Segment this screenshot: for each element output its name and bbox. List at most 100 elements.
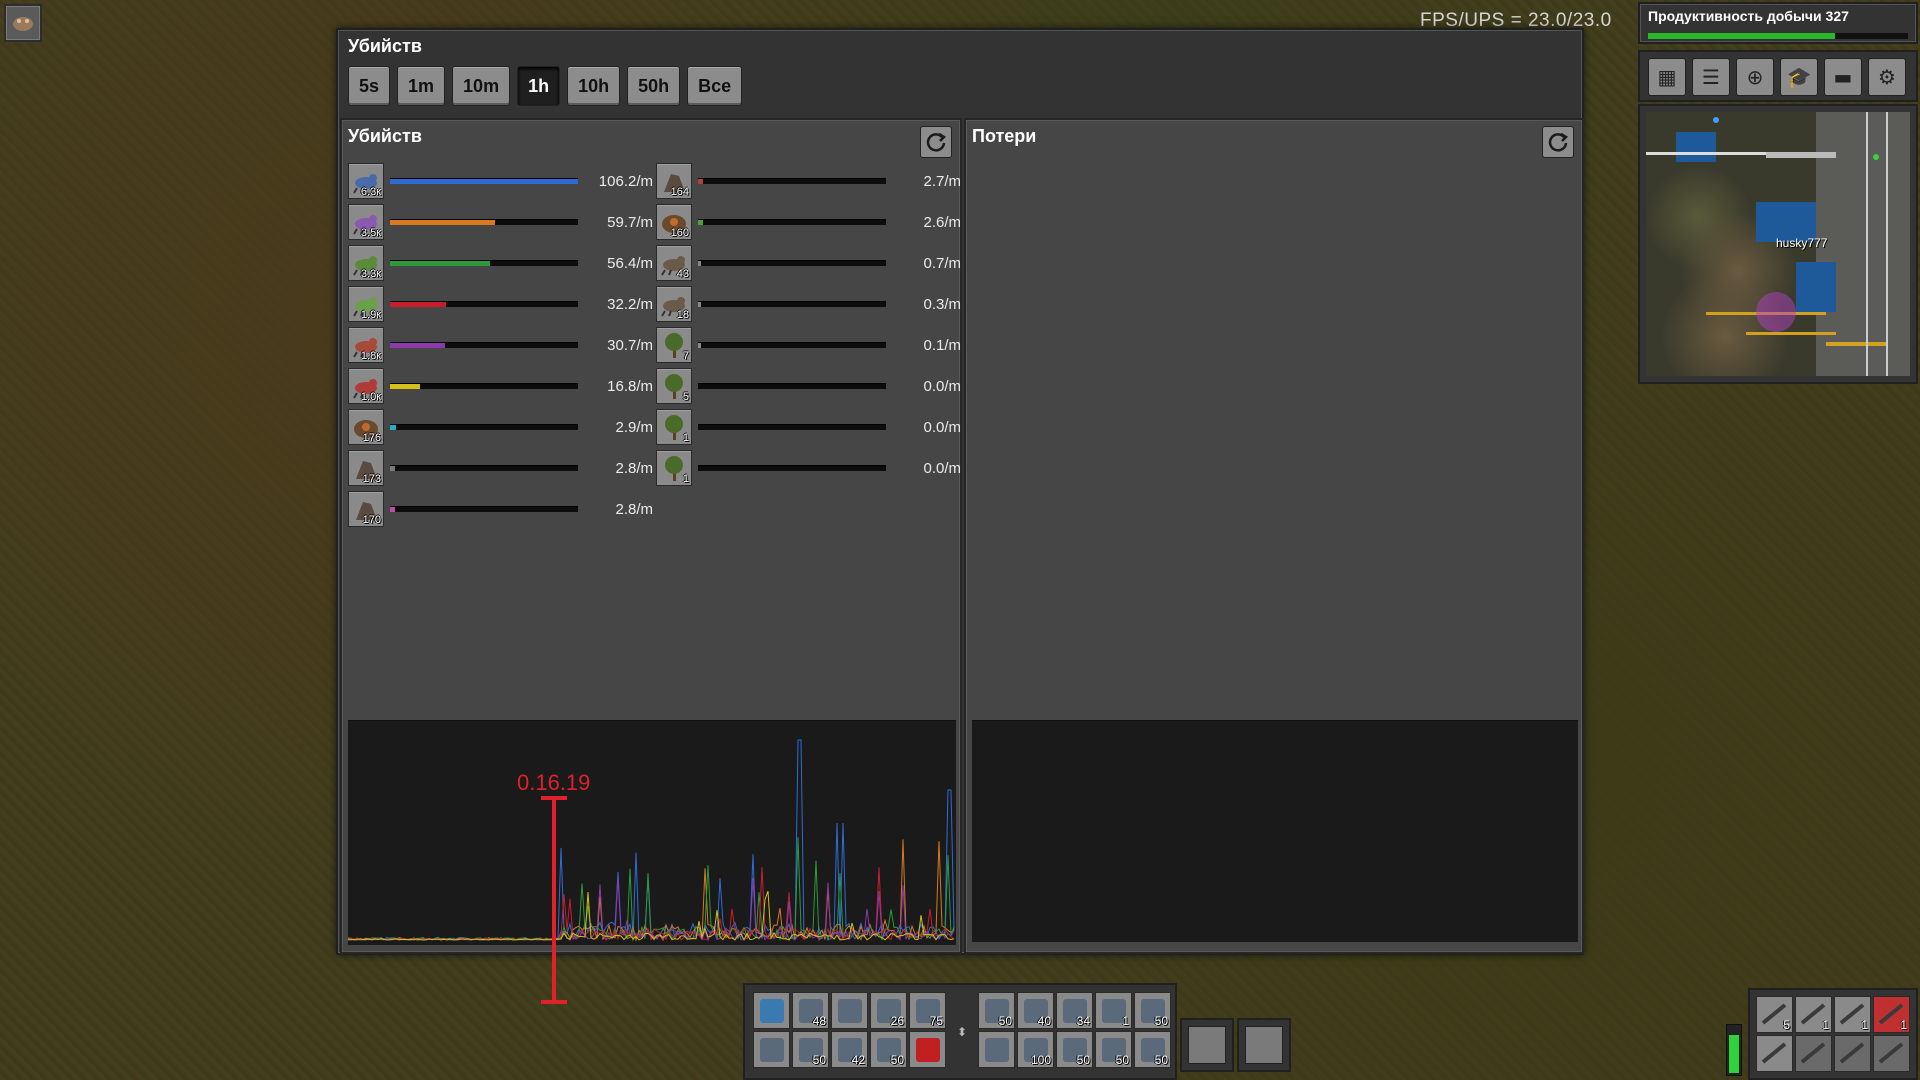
ammo-slot-icon[interactable] [1795, 1035, 1832, 1072]
kill-stat-row: 173 2.8/m [348, 450, 653, 486]
mining-productivity-label: Продуктивность добычи 327 [1648, 8, 1849, 24]
item-count: 1 [1822, 1018, 1829, 1032]
belt-icon[interactable] [753, 1031, 790, 1068]
minimap[interactable]: husky777 [1638, 104, 1918, 384]
assembler-icon[interactable]: 26 [870, 992, 907, 1029]
tab-5s[interactable]: 5s [348, 66, 391, 106]
kill-rate-value: 0.0/m [923, 459, 961, 477]
repair-pack-icon[interactable]: 75 [909, 992, 946, 1029]
rock-icon[interactable]: 170 [348, 491, 384, 527]
chest-icon[interactable]: 50 [978, 992, 1015, 1029]
item-count: 50 [812, 1053, 826, 1067]
research-button[interactable]: 🎓 [1780, 58, 1818, 96]
purple-chest-icon[interactable]: 34 [1056, 992, 1093, 1029]
achievements-button[interactable]: ⚙ [1868, 58, 1906, 96]
wall-icon[interactable] [909, 1031, 946, 1068]
item-count: 100 [1030, 1053, 1051, 1067]
kill-count: 1.8к [360, 350, 381, 362]
tab-10m[interactable]: 10m [452, 66, 511, 106]
red-chest-icon[interactable]: 40 [1017, 992, 1054, 1029]
big-biter-icon[interactable]: 1.8к [348, 327, 384, 363]
kill-rate-value: 30.7/m [607, 336, 653, 354]
lamp-icon[interactable] [831, 992, 868, 1029]
kill-rate-value: 0.0/m [923, 377, 961, 395]
accumulator-icon[interactable]: 50 [1134, 1031, 1171, 1068]
biter-spawner-icon[interactable]: 176 [348, 409, 384, 445]
kill-rate-value: 0.7/m [923, 254, 961, 272]
ammo-slot-icon[interactable] [1873, 1035, 1910, 1072]
kill-rate-bar [698, 178, 886, 184]
big-spitter-icon[interactable]: 1.0к [348, 368, 384, 404]
kill-rate-bar [698, 424, 886, 430]
dry-tree-icon[interactable]: 1 [656, 409, 692, 445]
kill-stat-row: 160 2.6/m [656, 204, 961, 240]
kill-stat-row: 1 0.0/m [656, 409, 961, 445]
dead-tree-icon[interactable]: 5 [656, 368, 692, 404]
kill-rate-bar [390, 342, 578, 348]
huge-rock-icon[interactable]: 164 [656, 163, 692, 199]
tree-icon[interactable]: 7 [656, 327, 692, 363]
kill-rate-bar [698, 301, 886, 307]
kill-stat-row: 1.8к 30.7/m [348, 327, 653, 363]
armor-icon[interactable] [1756, 1035, 1793, 1072]
train-button[interactable]: ▬ [1824, 58, 1862, 96]
small-spitter-icon[interactable]: 3.3к [348, 245, 384, 281]
tool-slot[interactable] [1237, 1018, 1291, 1072]
rock-icon[interactable]: 173 [348, 450, 384, 486]
item-count: 50 [1154, 1053, 1168, 1067]
rail-icon[interactable]: 50 [1134, 992, 1171, 1029]
window-title: Убийств [348, 36, 422, 56]
small-biter-icon[interactable]: 6.3к [348, 163, 384, 199]
small-worm-icon[interactable]: 18 [656, 286, 692, 322]
spitter-spawner-icon[interactable]: 160 [656, 204, 692, 240]
item-count: 1 [1122, 1014, 1129, 1028]
item-count: 50 [1154, 1014, 1168, 1028]
roboport-icon[interactable]: 42 [831, 1031, 868, 1068]
shotgun-icon[interactable]: 1 [1795, 996, 1832, 1033]
flamethrower-icon[interactable]: 1 [1873, 996, 1910, 1033]
tab-10h[interactable]: 10h [567, 66, 621, 106]
rocket-launcher-icon[interactable]: 1 [1834, 996, 1871, 1033]
kill-stat-row: 1 0.0/m [656, 450, 961, 486]
kill-statistics-window: Убийств 5s 1m 10m 1h 10h 50h Все Убийств 6.3к 1… [336, 28, 1584, 955]
gun-icon[interactable]: 5 [1756, 996, 1793, 1033]
kill-stat-row: 6.3к 106.2/m [348, 163, 653, 199]
refresh-icon [926, 132, 947, 152]
tab-50h[interactable]: 50h [627, 66, 681, 106]
robot-icon[interactable]: 1 [1095, 992, 1132, 1029]
kill-count: 7 [682, 350, 689, 362]
refresh-icon [1548, 132, 1569, 152]
bonus-button[interactable]: ⊕ [1736, 58, 1774, 96]
production-stats-button[interactable]: ☰ [1692, 58, 1730, 96]
inserter-icon[interactable]: 48 [792, 992, 829, 1029]
player-name-label: husky777 [1776, 236, 1828, 250]
train-icon: ▬ [1833, 65, 1853, 89]
radar-icon[interactable] [978, 1031, 1015, 1068]
turret-icon[interactable]: 50 [870, 1031, 907, 1068]
pump-icon[interactable]: 50 [792, 1031, 829, 1068]
tab-все[interactable]: Все [687, 66, 743, 106]
blueprint-icon[interactable] [753, 992, 790, 1029]
solar-icon[interactable]: 50 [1056, 1031, 1093, 1068]
item-count: 48 [812, 1014, 826, 1028]
accumulator-icon[interactable]: 50 [1095, 1031, 1132, 1068]
map-button[interactable]: ▦ [1648, 58, 1686, 96]
kill-count: 170 [362, 514, 381, 526]
dry-tree-icon[interactable]: 1 [656, 450, 692, 486]
medium-spitter-icon[interactable]: 1.9к [348, 286, 384, 322]
minimap-view[interactable]: husky777 [1646, 112, 1910, 376]
behemoth-biter-icon[interactable]: 43 [656, 245, 692, 281]
biter-icon[interactable] [4, 4, 42, 42]
research-icon: 🎓 [1786, 65, 1812, 89]
tool-slot[interactable] [1180, 1018, 1234, 1072]
weapon-slots: 5 1 1 1 [1748, 988, 1918, 1080]
roboport-icon[interactable]: 100 [1017, 1031, 1054, 1068]
medium-biter-icon[interactable]: 3.5к [348, 204, 384, 240]
refresh-button[interactable] [1542, 126, 1574, 158]
tab-1m[interactable]: 1m [397, 66, 446, 106]
tab-1h[interactable]: 1h [517, 66, 561, 106]
losses-panel-title: Потери [972, 126, 1037, 146]
quickbar-swap-icon[interactable]: ⬍ [957, 1025, 967, 1039]
ammo-slot-icon[interactable] [1834, 1035, 1871, 1072]
refresh-button[interactable] [920, 126, 952, 158]
